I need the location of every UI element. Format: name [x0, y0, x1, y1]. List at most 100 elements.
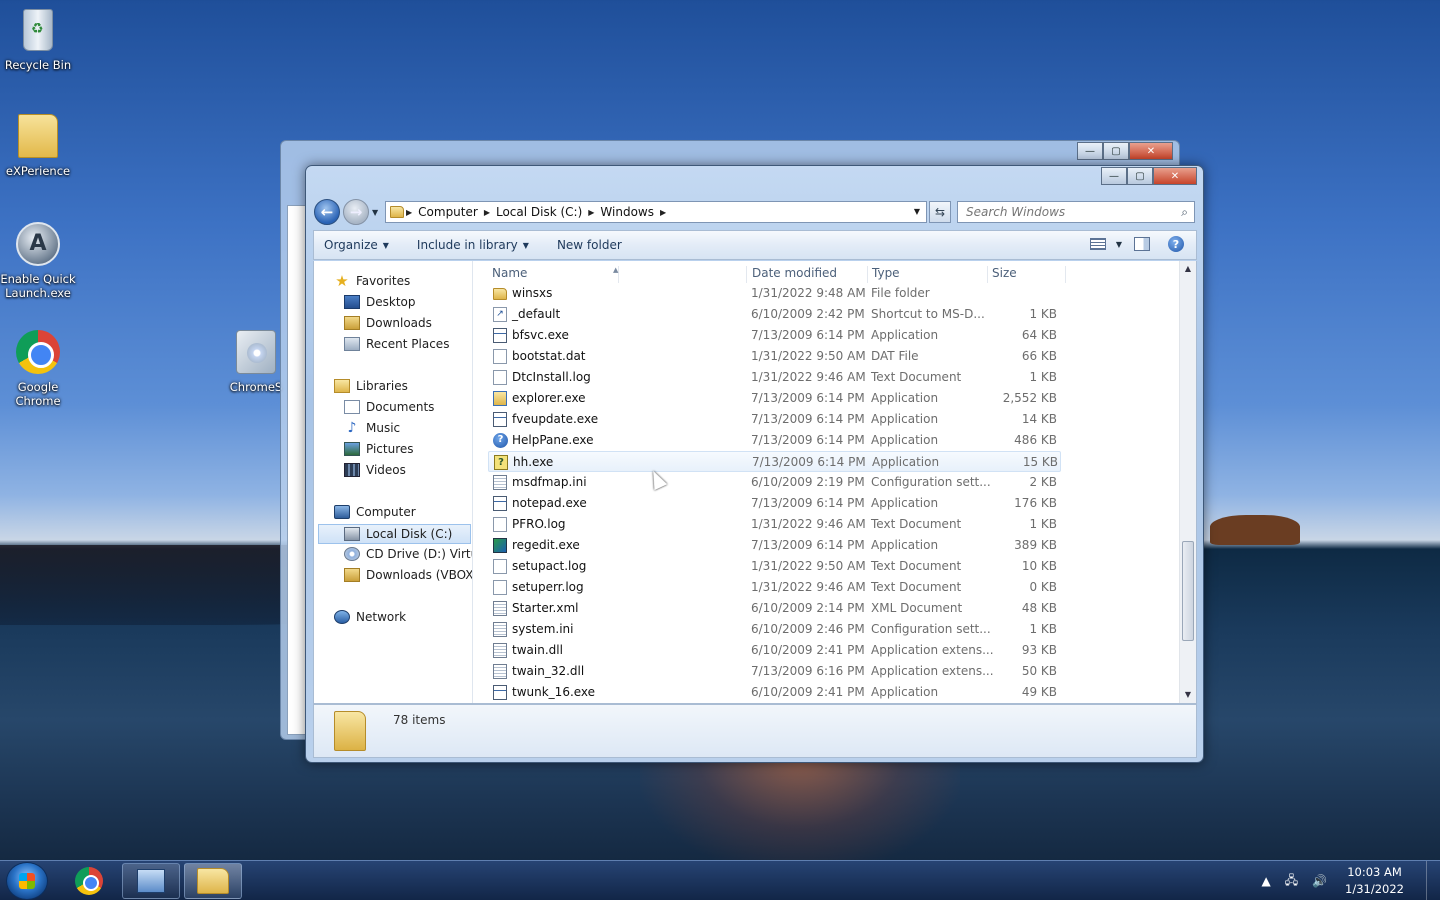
close-button[interactable]: ✕ [1153, 167, 1197, 185]
address-bar[interactable]: ▶ Computer ▶ Local Disk (C:) ▶ Windows ▶… [385, 201, 927, 223]
address-dropdown-icon[interactable]: ▼ [914, 207, 920, 216]
file-row[interactable]: winsxs 1/31/2022 9:48 AM File folder [488, 283, 1061, 304]
preview-pane-icon[interactable] [1134, 237, 1150, 251]
file-row[interactable]: ? HelpPane.exe 7/13/2009 6:14 PM Applicatio… [488, 430, 1061, 451]
breadcrumb-local-disk[interactable]: Local Disk (C:) [496, 205, 582, 219]
taskbar-explorer[interactable] [184, 863, 242, 899]
nav-desktop[interactable]: Desktop [344, 295, 416, 309]
file-row[interactable]: fveupdate.exe 7/13/2009 6:14 PM Applicatio… [488, 409, 1061, 430]
file-name: system.ini [512, 622, 574, 636]
show-hidden-icons-icon[interactable]: ▲ [1261, 874, 1270, 888]
nav-videos[interactable]: Videos [344, 463, 406, 477]
help-icon[interactable]: ? [1168, 236, 1184, 252]
search-icon[interactable]: ⌕ [1181, 205, 1188, 220]
recent-places-icon [344, 337, 360, 351]
include-in-library-button[interactable]: Include in library ▼ [417, 238, 529, 252]
desktop-icon-label: Google Chrome [15, 380, 61, 408]
nav-recent-places[interactable]: Recent Places [344, 337, 449, 351]
folder-icon [334, 711, 366, 751]
chevron-down-icon[interactable]: ▼ [1116, 240, 1122, 249]
file-size: 48 KB [1021, 601, 1057, 615]
search-box[interactable]: ⌕ [957, 201, 1195, 223]
recent-pages-dropdown[interactable]: ▼ [372, 208, 382, 217]
nav-downloads[interactable]: Downloads [344, 316, 432, 330]
file-row[interactable]: regedit.exe 7/13/2009 6:14 PM Application 3… [488, 535, 1061, 556]
desktop-icon-recycle-bin[interactable]: Recycle Bin [0, 6, 76, 72]
maximize-button[interactable]: ▢ [1103, 142, 1129, 160]
file-row[interactable]: system.ini 6/10/2009 2:46 PM Configuration… [488, 619, 1061, 640]
file-row[interactable]: twain_32.dll 7/13/2009 6:16 PM Application… [488, 661, 1061, 682]
refresh-button[interactable]: ⇆ [929, 201, 951, 223]
file-row[interactable]: explorer.exe 7/13/2009 6:14 PM Application… [488, 388, 1061, 409]
file-date: 1/31/2022 9:46 AM [751, 370, 866, 384]
nav-pictures[interactable]: Pictures [344, 442, 414, 456]
forward-button[interactable]: → [343, 199, 369, 225]
column-header-name[interactable]: Name [488, 266, 747, 283]
chevron-right-icon[interactable]: ▶ [484, 208, 490, 217]
file-size: 64 KB [1021, 328, 1057, 342]
taskbar-control-panel[interactable] [122, 863, 180, 899]
file-row[interactable]: twain.dll 6/10/2009 2:41 PM Application ex… [488, 640, 1061, 661]
nav-computer[interactable]: Computer [334, 505, 416, 519]
breadcrumb-windows[interactable]: Windows [600, 205, 654, 219]
column-header-date[interactable]: Date modified [748, 266, 868, 283]
nav-local-disk[interactable]: Local Disk (C:) [318, 524, 471, 544]
show-desktop-button[interactable] [1426, 861, 1440, 900]
change-view-icon[interactable] [1089, 238, 1106, 250]
nav-documents[interactable]: Documents [344, 400, 434, 414]
network-status-icon[interactable]: 🖧 [1285, 871, 1298, 892]
desktop-icon-google-chrome[interactable]: Google Chrome [0, 328, 76, 408]
file-row[interactable]: ↗ _default 6/10/2009 2:42 PM Shortcut to MS… [488, 304, 1061, 325]
organize-button[interactable]: Organize ▼ [324, 238, 389, 252]
nav-cd-drive[interactable]: CD Drive (D:) Virtual [344, 547, 472, 561]
chevron-down-icon: ▼ [522, 240, 529, 250]
nav-network[interactable]: Network [334, 610, 406, 624]
chevron-right-icon[interactable]: ▶ [660, 208, 666, 217]
vertical-scrollbar[interactable]: ▲ ▼ [1179, 261, 1196, 703]
nav-libraries[interactable]: Libraries [334, 379, 408, 393]
file-row[interactable]: bfsvc.exe 7/13/2009 6:14 PM Application 64 … [488, 325, 1061, 346]
desktop-icon-experience[interactable]: eXPerience [0, 112, 76, 178]
reg-file-icon [493, 538, 507, 553]
nav-favorites[interactable]: ★ Favorites [334, 272, 411, 290]
file-row[interactable]: setuperr.log 1/31/2022 9:46 AM Text Docume… [488, 577, 1061, 598]
chevron-right-icon[interactable]: ▶ [406, 208, 412, 217]
file-row[interactable]: PFRO.log 1/31/2022 9:46 AM Text Document 1 … [488, 514, 1061, 535]
file-row[interactable]: Starter.xml 6/10/2009 2:14 PM XML Document… [488, 598, 1061, 619]
clock[interactable]: 10:03 AM 1/31/2022 [1345, 864, 1404, 898]
start-button[interactable] [6, 862, 48, 900]
scroll-up-icon[interactable]: ▲ [1180, 261, 1196, 277]
minimize-button[interactable]: — [1101, 167, 1127, 185]
star-icon: ★ [335, 272, 349, 290]
file-row[interactable]: bootstat.dat 1/31/2022 9:50 AM DAT File 66 … [488, 346, 1061, 367]
chevron-right-icon[interactable]: ▶ [588, 208, 594, 217]
nav-label: Local Disk (C:) [366, 527, 453, 541]
scrollbar-thumb[interactable] [1182, 541, 1194, 641]
file-row[interactable]: twunk_16.exe 6/10/2009 2:41 PM Application… [488, 682, 1061, 703]
column-header-type[interactable]: Type [868, 266, 988, 283]
search-input[interactable] [966, 205, 1166, 219]
volume-icon[interactable]: 🔊 [1312, 874, 1327, 888]
minimize-button[interactable]: — [1077, 142, 1103, 160]
file-row[interactable]: msdfmap.ini 6/10/2009 2:19 PM Configuratio… [488, 472, 1061, 493]
taskbar-chrome[interactable] [60, 863, 118, 899]
new-folder-button[interactable]: New folder [557, 238, 622, 252]
maximize-button[interactable]: ▢ [1127, 167, 1153, 185]
file-row[interactable]: setupact.log 1/31/2022 9:50 AM Text Docume… [488, 556, 1061, 577]
back-button[interactable]: ← [314, 199, 340, 225]
column-header-size[interactable]: Size [988, 266, 1066, 283]
file-row[interactable]: notepad.exe 7/13/2009 6:14 PM Application 1… [488, 493, 1061, 514]
file-type: Application [871, 328, 939, 342]
file-type: Configuration sett... [871, 475, 991, 489]
nav-vbox-share[interactable]: Downloads (VBOXSV [344, 568, 472, 582]
file-row[interactable]: DtcInstall.log 1/31/2022 9:46 AM Text Docu… [488, 367, 1061, 388]
explorer-window[interactable]: — ▢ ✕ ← → ▼ ▶ Computer ▶ Local Disk (C:)… [305, 165, 1204, 763]
breadcrumb-computer[interactable]: Computer [418, 205, 478, 219]
close-button[interactable]: ✕ [1129, 142, 1173, 160]
scroll-down-icon[interactable]: ▼ [1180, 687, 1196, 703]
nav-label: Favorites [356, 274, 411, 288]
desktop-icon-quick-launch[interactable]: A Enable Quick Launch.exe [0, 220, 76, 300]
file-type: Configuration sett... [871, 622, 991, 636]
file-row[interactable]: ? hh.exe 7/13/2009 6:14 PM Application 15 KB [488, 451, 1061, 472]
nav-music[interactable]: ♪ Music [344, 421, 401, 435]
